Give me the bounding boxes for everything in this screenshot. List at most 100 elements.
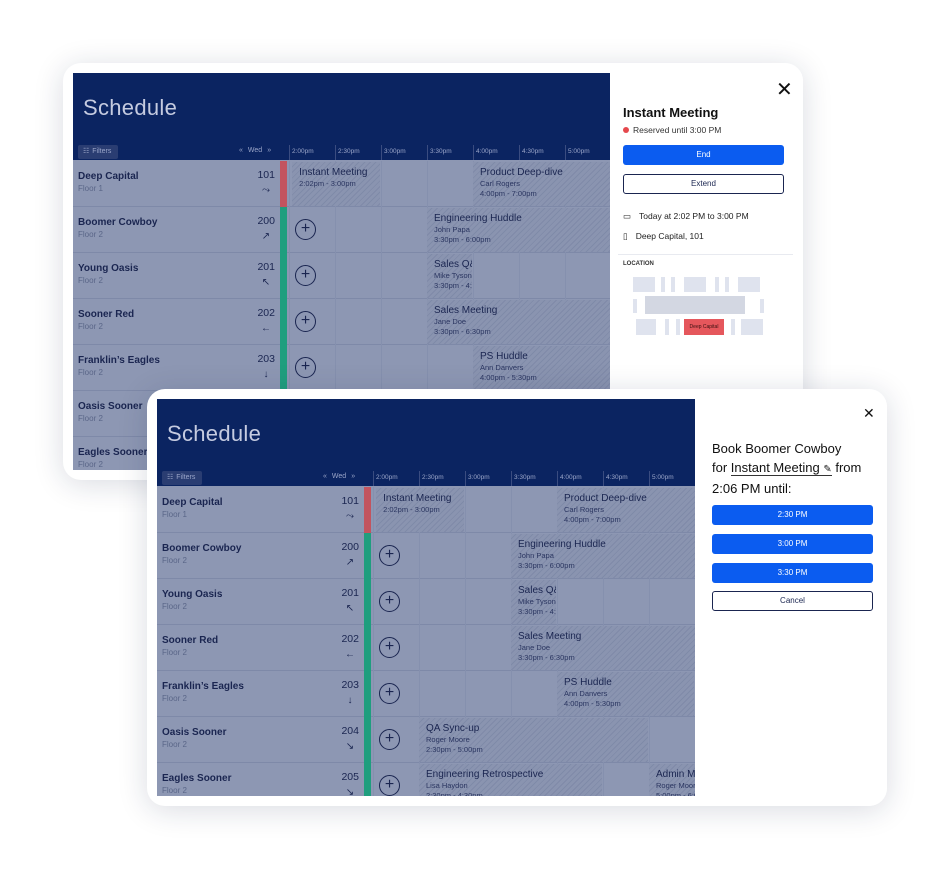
time-slot[interactable] — [511, 487, 557, 533]
time-slot[interactable] — [381, 253, 427, 299]
add-booking-icon[interactable]: + — [379, 591, 400, 612]
time-slot[interactable] — [419, 671, 465, 717]
event-block[interactable]: Sales Meeting Jane Doe 3:30pm - 6:30pm — [511, 626, 695, 670]
close-icon[interactable]: ✕ — [863, 405, 875, 422]
add-booking-icon[interactable]: + — [379, 729, 400, 750]
event-title: QA Sync-up — [426, 723, 480, 734]
filters-button[interactable]: ☷ Filters — [162, 471, 202, 485]
time-slot[interactable] — [427, 161, 473, 207]
event-block[interactable]: Instant Meeting 2:02pm - 3:00pm — [292, 162, 380, 206]
time-slot[interactable] — [565, 253, 611, 299]
room-name[interactable]: Deep Capital — [78, 171, 139, 182]
event-block[interactable]: QA Sync-upRoger Moore2:30pm - 5:00pm — [419, 718, 648, 762]
event-block[interactable]: Engineering Huddle John Papa 3:30pm - 6:00… — [511, 534, 695, 578]
event-block[interactable]: Engineering Huddle John Papa 3:30pm - 6:00… — [427, 208, 611, 252]
add-booking-icon[interactable]: + — [295, 265, 316, 286]
meeting-location-text: Deep Capital, 101 — [635, 231, 704, 241]
meeting-name-field[interactable]: Instant Meeting ✎ — [730, 460, 832, 476]
time-slot[interactable] — [419, 625, 465, 671]
add-booking-icon[interactable]: + — [379, 637, 400, 658]
add-booking-icon[interactable]: + — [379, 775, 400, 796]
time-slot[interactable] — [335, 253, 381, 299]
room-name[interactable]: Franklin’s Eagles — [162, 681, 244, 692]
time-slot[interactable] — [381, 207, 427, 253]
room-name[interactable]: Eagles Sooner — [78, 447, 147, 458]
status-bar — [364, 717, 371, 763]
room-number: 203 — [341, 679, 359, 691]
time-slot[interactable] — [381, 161, 427, 207]
day-label: Wed — [247, 147, 263, 154]
room-name[interactable]: Oasis Sooner — [78, 401, 142, 412]
event-block[interactable]: Sales Q&AMike Tyson3:30pm - 4:00pm — [511, 580, 556, 624]
time-tick: 5:00pm — [565, 145, 611, 160]
time-slot[interactable] — [603, 579, 649, 625]
time-slot[interactable] — [649, 717, 695, 763]
book-until-option-3[interactable]: 3:30 PM — [712, 563, 873, 583]
end-button[interactable]: End — [623, 145, 784, 165]
book-until-option-1[interactable]: 2:30 PM — [712, 505, 873, 525]
status-bar — [280, 207, 287, 253]
time-slot[interactable] — [381, 299, 427, 345]
event-block[interactable]: Admin MeetingRoger Moore5:00pm - 6:00pm — [649, 764, 695, 796]
time-slot[interactable] — [465, 625, 511, 671]
event-time: 3:30pm - 6:00pm — [518, 561, 575, 570]
time-slot[interactable] — [419, 533, 465, 579]
cancel-button[interactable]: Cancel — [712, 591, 873, 611]
event-block[interactable]: PS Huddle Ann Danvers 4:00pm - 5:30pm — [473, 346, 610, 390]
time-slot[interactable] — [419, 579, 465, 625]
time-slot[interactable] — [465, 671, 511, 717]
time-slot[interactable] — [473, 253, 519, 299]
event-organizer: John Papa — [518, 551, 554, 560]
time-slot[interactable] — [557, 579, 603, 625]
add-booking-icon[interactable]: + — [379, 683, 400, 704]
status-bar — [364, 671, 371, 717]
event-block[interactable]: Sales Meeting Jane Doe 3:30pm - 6:30pm — [427, 300, 611, 344]
event-block[interactable]: Instant Meeting 2:02pm - 3:00pm — [376, 488, 464, 532]
event-organizer: Ann Danvers — [480, 363, 524, 372]
time-slot[interactable] — [465, 487, 511, 533]
time-slot[interactable] — [335, 207, 381, 253]
time-slot[interactable] — [465, 579, 511, 625]
time-slot[interactable] — [427, 345, 473, 391]
room-floor: Floor 2 — [78, 322, 103, 331]
time-slot[interactable] — [511, 671, 557, 717]
room-floor: Floor 2 — [162, 740, 187, 749]
pencil-icon[interactable]: ✎ — [823, 464, 831, 475]
add-booking-icon[interactable]: + — [379, 545, 400, 566]
event-block[interactable]: Sales Q&AMike Tyson3:30pm - 4:00pm — [427, 254, 472, 298]
double-chevron-left-icon[interactable]: « — [323, 473, 327, 480]
time-slot[interactable] — [335, 299, 381, 345]
time-slot[interactable] — [335, 345, 381, 391]
room-name[interactable]: Boomer Cowboy — [162, 543, 241, 554]
reservation-status: Reserved until 3:00 PM — [623, 125, 721, 135]
double-chevron-right-icon[interactable]: » — [267, 147, 271, 154]
add-booking-icon[interactable]: + — [295, 219, 316, 240]
event-block[interactable]: Product Deep-dive Carl Rogers 4:00pm - 7:0… — [473, 162, 611, 206]
double-chevron-left-icon[interactable]: « — [239, 147, 243, 154]
time-slot[interactable] — [381, 345, 427, 391]
close-icon[interactable]: ✕ — [776, 77, 793, 102]
add-booking-icon[interactable]: + — [295, 357, 316, 378]
time-slot[interactable] — [603, 763, 649, 796]
room-name[interactable]: Franklin’s Eagles — [78, 355, 160, 366]
event-block[interactable]: Product Deep-dive Carl Rogers 4:00pm - 7:0… — [557, 488, 695, 532]
event-block[interactable]: Engineering RetrospectiveLisa Haydon2:30… — [419, 764, 602, 796]
room-name[interactable]: Young Oasis — [162, 589, 222, 600]
time-slot[interactable] — [465, 533, 511, 579]
room-name[interactable]: Sooner Red — [162, 635, 218, 646]
double-chevron-right-icon[interactable]: » — [351, 473, 355, 480]
room-name[interactable]: Oasis Sooner — [162, 727, 226, 738]
room-name[interactable]: Deep Capital — [162, 497, 223, 508]
add-booking-icon[interactable]: + — [295, 311, 316, 332]
time-slot[interactable] — [649, 579, 695, 625]
time-slot[interactable] — [519, 253, 565, 299]
room-name[interactable]: Boomer Cowboy — [78, 217, 157, 228]
room-name[interactable]: Sooner Red — [78, 309, 134, 320]
room-name[interactable]: Eagles Sooner — [162, 773, 231, 784]
event-block[interactable]: PS Huddle Ann Danvers 4:00pm - 5:30pm — [557, 672, 694, 716]
book-until-option-2[interactable]: 3:00 PM — [712, 534, 873, 554]
filters-button[interactable]: ☷ Filters — [78, 145, 118, 159]
room-name[interactable]: Young Oasis — [78, 263, 138, 274]
extend-button[interactable]: Extend — [623, 174, 784, 194]
map-highlight-room[interactable]: Deep Capital — [684, 319, 724, 335]
